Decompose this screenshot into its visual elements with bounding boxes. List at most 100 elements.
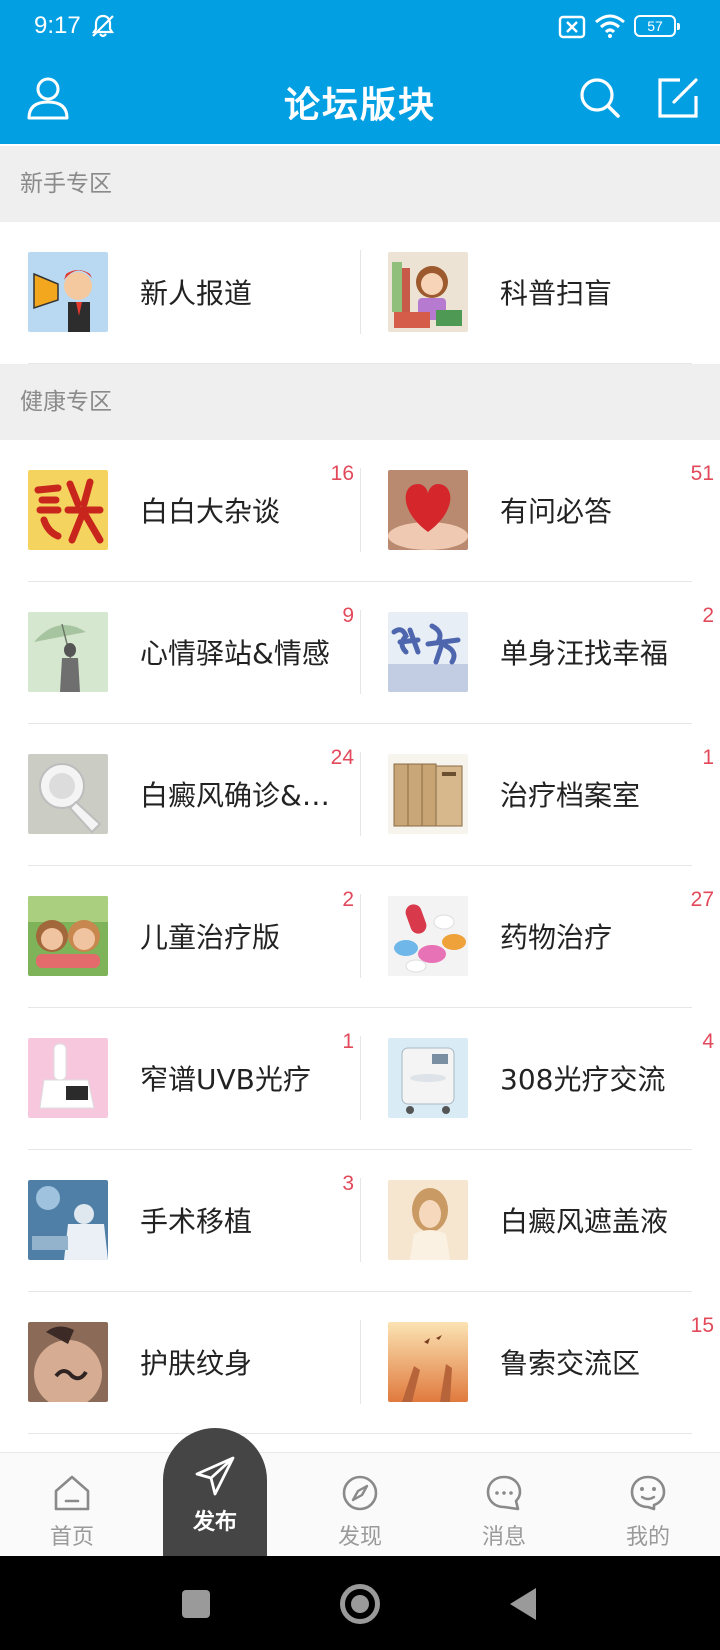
publish-label: 发布 [192, 1510, 237, 1535]
forum-row: 儿童治疗版 2 药物治疗 27 [28, 866, 714, 1008]
post-count-badge: 1 [342, 1030, 354, 1053]
section-newbie: 新人报道 科普扫盲 [0, 222, 720, 364]
section-title-newbie: 新手专区 [0, 146, 720, 222]
forum-name: 心情驿站&情感 [140, 637, 330, 670]
forum-row: 窄谱UVB光疗 1 308光疗交流 4 [28, 1008, 714, 1150]
forum-thumbnail-fate [388, 612, 468, 692]
publish-button[interactable]: 发布 [163, 1428, 267, 1556]
status-time: 9:17 [34, 12, 81, 39]
forum-name: 治疗档案室 [500, 779, 641, 812]
forum-row: 心情驿站&情感 9 单身汪找幸福 2 [28, 582, 714, 724]
post-count-badge: 2 [702, 604, 714, 627]
search-icon[interactable] [576, 74, 624, 122]
forum-row: 新人报道 科普扫盲 [28, 222, 692, 364]
forum-thumbnail-sunset-hands [388, 1322, 468, 1402]
forum-row: 护肤纹身 鲁索交流区 15 [28, 1292, 714, 1434]
forum-name: 鲁索交流区 [500, 1347, 641, 1380]
home-system-button[interactable] [340, 1584, 380, 1624]
forum-row: 手术移植 3 白癜风遮盖液 [28, 1150, 692, 1292]
nav-messages-label: 消息 [481, 1525, 526, 1550]
back-button[interactable] [510, 1588, 536, 1620]
nav-mine[interactable]: 我的 [598, 1473, 698, 1551]
wifi-icon [595, 14, 625, 38]
forum-thumbnail-uvb-device [28, 1038, 108, 1118]
forum-item-cover-liquid[interactable]: 白癜风遮盖液 [388, 1150, 692, 1291]
forum-item-uvb[interactable]: 窄谱UVB光疗 1 [28, 1008, 360, 1149]
forum-item-children[interactable]: 儿童治疗版 2 [28, 866, 360, 1007]
forum-thumbnail-pills [388, 896, 468, 976]
nav-home-label: 首页 [49, 1525, 94, 1550]
forum-name: 儿童治疗版 [140, 921, 281, 954]
battery-indicator: 57 [634, 15, 680, 37]
forum-item-diagnosis[interactable]: 白癜风确诊&症... 24 [28, 724, 360, 865]
mute-icon [91, 14, 115, 38]
paper-plane-icon [195, 1456, 235, 1496]
forum-thumbnail-laser-machine [388, 1038, 468, 1118]
column-divider [360, 894, 361, 978]
forum-thumbnail-wood-lamp [28, 754, 108, 834]
column-divider [360, 752, 361, 836]
forum-item-newcomer[interactable]: 新人报道 [28, 222, 360, 363]
forum-item-archive[interactable]: 治疗档案室 1 [388, 724, 714, 865]
post-count-badge: 9 [342, 604, 354, 627]
forum-thumbnail-folders [388, 754, 468, 834]
forum-item-ruxolitinib[interactable]: 鲁索交流区 15 [388, 1292, 714, 1433]
forum-name: 药物治疗 [500, 921, 613, 954]
forum-item-science[interactable]: 科普扫盲 [388, 222, 692, 363]
nav-mine-label: 我的 [625, 1525, 670, 1550]
post-count-badge: 2 [342, 888, 354, 911]
forum-thumbnail-heart [388, 470, 468, 550]
forum-item-chat[interactable]: 白白大杂谈 16 [28, 440, 360, 581]
section-title-health: 健康专区 [0, 364, 720, 440]
post-count-badge: 1 [702, 746, 714, 769]
forum-thumbnail-woman [388, 1180, 468, 1260]
screen: 9:17 57 论坛版块 新手专区 新人报道 科普扫盲 健康专区 白白大杂谈 1… [0, 0, 720, 1650]
column-divider [360, 1036, 361, 1120]
column-divider [360, 1178, 361, 1262]
forum-name: 手术移植 [140, 1205, 253, 1238]
bottom-nav: 首页 发现 消息 我的 [0, 1452, 720, 1556]
app-header: 论坛版块 [0, 56, 720, 144]
edit-icon[interactable] [654, 74, 702, 122]
column-divider [360, 468, 361, 552]
forum-list: 新手专区 新人报道 科普扫盲 健康专区 白白大杂谈 16 有问必答 51 心情驿… [0, 146, 720, 1434]
nav-discover[interactable]: 发现 [310, 1473, 410, 1551]
column-divider [360, 1320, 361, 1404]
forum-thumbnail-tattoo [28, 1322, 108, 1402]
compass-icon [342, 1475, 378, 1511]
forum-item-mood[interactable]: 心情驿站&情感 9 [28, 582, 360, 723]
post-count-badge: 51 [690, 462, 714, 485]
system-nav-bar [0, 1556, 720, 1650]
forum-item-308[interactable]: 308光疗交流 4 [388, 1008, 714, 1149]
status-bar: 9:17 57 [0, 0, 720, 56]
forum-item-singles[interactable]: 单身汪找幸福 2 [388, 582, 714, 723]
column-divider [360, 610, 361, 694]
no-sim-icon [558, 15, 586, 39]
forum-name: 护肤纹身 [140, 1347, 253, 1380]
forum-row: 白白大杂谈 16 有问必答 51 [28, 440, 714, 582]
forum-item-tattoo[interactable]: 护肤纹身 [28, 1292, 360, 1433]
smiley-icon [630, 1475, 666, 1511]
forum-thumbnail-children [28, 896, 108, 976]
nav-discover-label: 发现 [337, 1525, 382, 1550]
post-count-badge: 27 [690, 888, 714, 911]
recent-apps-button[interactable] [182, 1590, 210, 1618]
forum-thumbnail-megaphone [28, 252, 108, 332]
forum-name: 单身汪找幸福 [500, 637, 669, 670]
column-divider [360, 250, 361, 334]
post-count-badge: 4 [702, 1030, 714, 1053]
forum-thumbnail-surgery [28, 1180, 108, 1260]
post-count-badge: 16 [330, 462, 354, 485]
post-count-badge: 24 [330, 746, 354, 769]
forum-name: 白癜风确诊&症... [140, 779, 344, 812]
section-health: 白白大杂谈 16 有问必答 51 心情驿站&情感 9 单身汪找幸福 2 白癜风确… [0, 440, 720, 1434]
forum-item-medicine[interactable]: 药物治疗 27 [388, 866, 714, 1007]
forum-row: 白癜风确诊&症... 24 治疗档案室 1 [28, 724, 714, 866]
forum-item-surgery[interactable]: 手术移植 3 [28, 1150, 360, 1291]
forum-item-qa[interactable]: 有问必答 51 [388, 440, 714, 581]
forum-thumbnail-umbrella [28, 612, 108, 692]
forum-name: 科普扫盲 [500, 277, 613, 310]
nav-home[interactable]: 首页 [22, 1473, 122, 1551]
forum-name: 新人报道 [140, 277, 253, 310]
nav-messages[interactable]: 消息 [454, 1473, 554, 1551]
